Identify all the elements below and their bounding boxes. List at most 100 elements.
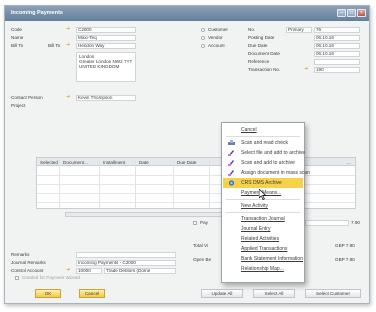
table-row[interactable] xyxy=(37,194,355,203)
menu-item-applied-transactions[interactable]: Applied Transactions xyxy=(223,244,303,254)
menu-item-relationship-map[interactable]: Relationship Map... xyxy=(223,264,303,274)
remarks-field[interactable] xyxy=(76,252,176,258)
context-menu: Cancel Scan and read check Select file a… xyxy=(221,122,310,283)
billto-code-select[interactable]: Bill To xyxy=(48,43,60,48)
menu-item-related-activities[interactable]: Related Activities xyxy=(223,234,303,244)
contact-link-arrow-icon[interactable]: ➜ xyxy=(66,94,70,100)
control-account-name-field[interactable]: Trade Debtors (Dome xyxy=(104,268,176,274)
document-date-label: Document Date xyxy=(248,51,280,56)
created-for-payment-wizard-label: Created for Payment Wizard xyxy=(22,275,80,280)
total-label: Total Vi xyxy=(193,243,208,248)
menu-item-journal-entry[interactable]: Journal Entry xyxy=(223,224,303,234)
account-radio-label: Account xyxy=(208,43,225,48)
menu-item-label: Relationship Map... xyxy=(241,266,284,272)
customer-radio[interactable] xyxy=(201,28,205,32)
ok-button[interactable]: OK xyxy=(35,289,61,298)
code-field[interactable]: C2000 xyxy=(76,27,136,33)
customer-radio-label: Customer xyxy=(208,27,228,32)
name-label: Name xyxy=(11,35,24,40)
contact-person-label: Contact Person xyxy=(11,95,43,100)
contact-person-field[interactable]: Kevin Thompson xyxy=(76,95,136,101)
document-date-field[interactable]: 06.10.16 xyxy=(314,51,360,57)
column-header[interactable]: Selected xyxy=(40,160,58,165)
open-balance-label: Open Be xyxy=(193,257,212,262)
amount-value: 7.90 xyxy=(351,220,360,225)
scan-icon xyxy=(228,140,235,145)
column-header[interactable]: ... xyxy=(347,160,351,165)
menu-item-new-activity[interactable]: New Activity xyxy=(223,201,303,211)
billto-address-line-1[interactable]: Hendon Way xyxy=(76,43,136,49)
transaction-link-arrow-icon[interactable]: ➜ xyxy=(304,66,308,72)
cancel-button[interactable]: Cancel xyxy=(79,289,105,298)
menu-item-label: Select file and add to archive xyxy=(241,150,306,156)
column-header[interactable]: Installment xyxy=(103,160,125,165)
select-all-button[interactable]: Select All xyxy=(253,289,295,298)
mouse-pointer-icon xyxy=(259,189,267,200)
menu-item-label: Journal Entry xyxy=(241,226,271,232)
control-account-label: Control Account xyxy=(11,268,44,273)
window-titlebar[interactable]: Incoming Payments – □ × xyxy=(5,6,369,21)
column-header[interactable]: Due Date xyxy=(177,160,196,165)
code-link-arrow-icon[interactable]: ➜ xyxy=(66,26,70,32)
created-for-payment-wizard-checkbox[interactable] xyxy=(15,276,19,280)
journal-remarks-field[interactable]: Incoming Payments - C2000 xyxy=(76,260,176,266)
vendor-radio-label: Vendor xyxy=(208,35,223,40)
menu-item-bank-statement-info[interactable]: Bank Statement Information xyxy=(223,254,303,264)
address-line: UNITED KINGDOM xyxy=(79,64,120,70)
menu-item-label: Assign document in mass scan xyxy=(241,170,310,176)
transaction-number-label: Transaction No. xyxy=(248,67,281,72)
total-value: GBP 7.90 xyxy=(335,243,355,248)
menu-item-label: Scan and read check xyxy=(241,140,288,146)
menu-item-label: Scan and add to archive xyxy=(241,160,295,166)
due-date-field[interactable]: 06.10.16 xyxy=(314,43,360,49)
menu-item-label: Applied Transactions xyxy=(241,246,288,252)
menu-item-label: Cancel xyxy=(241,127,257,133)
table-row[interactable] xyxy=(37,185,355,194)
pay-checkbox[interactable] xyxy=(193,221,197,225)
document-number-field[interactable]: 76 xyxy=(314,27,360,33)
billto-address-field[interactable]: London Greater London NW2 7YT UNITED KIN… xyxy=(76,52,136,82)
amount-field[interactable] xyxy=(305,220,349,226)
menu-item-label: New Activity xyxy=(241,203,268,209)
menu-item-transaction-journal[interactable]: Transaction Journal xyxy=(223,214,303,224)
posting-date-field[interactable]: 06.10.16 xyxy=(314,35,360,41)
archive-scan-icon xyxy=(228,160,234,166)
mass-scan-icon xyxy=(228,170,234,176)
maximize-icon[interactable]: □ xyxy=(347,9,356,17)
column-header[interactable]: Document... xyxy=(63,160,88,165)
column-header[interactable]: Date xyxy=(139,160,149,165)
reference-label: Reference xyxy=(248,59,270,64)
menu-item-label: Bank Statement Information xyxy=(241,256,303,262)
minimize-icon[interactable]: – xyxy=(337,9,346,17)
menu-item-label: Transaction Journal xyxy=(241,216,285,222)
menu-item-scan-add-archive[interactable]: Scan and add to archive xyxy=(223,158,303,168)
remarks-label: Remarks xyxy=(11,252,30,257)
documents-grid: Selected Document... Installment Date Du… xyxy=(36,157,356,209)
menu-item-scan-read-check[interactable]: Scan and read check xyxy=(223,138,303,148)
posting-date-label: Posting Date xyxy=(248,35,275,40)
dms-archive-icon xyxy=(228,180,235,186)
name-field[interactable]: Maxi-Teq xyxy=(76,35,136,41)
menu-item-select-file-archive[interactable]: Select file and add to archive xyxy=(223,148,306,158)
incoming-payments-window: Incoming Payments – □ × Code ➜ C2000 Nam… xyxy=(4,5,370,304)
menu-item-label: Related Activities xyxy=(241,236,280,242)
menu-item-cancel[interactable]: Cancel xyxy=(223,125,303,135)
reference-field[interactable] xyxy=(314,59,360,65)
menu-item-assign-mass-scan[interactable]: Assign document in mass scan xyxy=(223,168,310,178)
control-account-link-arrow-icon[interactable]: ➜ xyxy=(66,267,70,273)
menu-item-crs-dms-archive[interactable]: CRS DMS Archive xyxy=(223,178,303,188)
archive-file-icon xyxy=(228,150,234,156)
control-account-code-field[interactable]: 10000 xyxy=(76,268,102,274)
update-all-button[interactable]: Update All xyxy=(201,289,243,298)
billto-label: Bill To xyxy=(11,43,24,48)
billto-link-arrow-icon[interactable]: ➜ xyxy=(66,42,70,48)
series-select[interactable]: Primary xyxy=(286,27,312,33)
grid-header: Selected Document... Installment Date Du… xyxy=(37,158,355,166)
close-icon[interactable]: × xyxy=(357,9,366,17)
select-customer-button[interactable]: Select Customer xyxy=(305,289,361,298)
open-balance-value: GBP 7.90 xyxy=(335,257,355,262)
transaction-number-field[interactable]: 190 xyxy=(314,67,360,73)
vendor-radio[interactable] xyxy=(201,36,205,40)
pay-label: Pay xyxy=(200,220,208,225)
account-radio[interactable] xyxy=(201,44,205,48)
